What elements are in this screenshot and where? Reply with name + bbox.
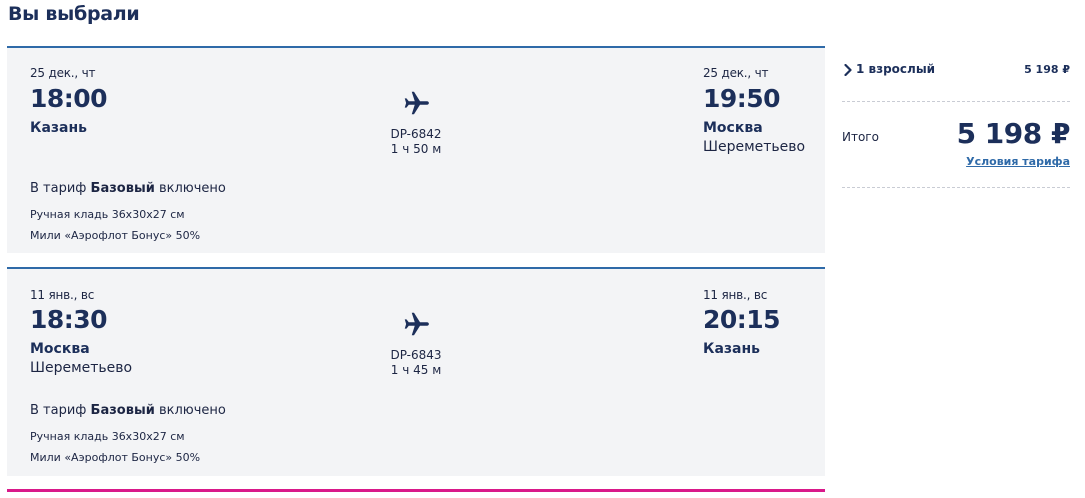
tariff-included: В тариф Базовый включено	[30, 181, 226, 196]
perk-bonus-miles: Мили «Аэрофлот Бонус» 50%	[30, 229, 201, 242]
perk-hand-luggage: Ручная кладь 36x30x27 см	[30, 430, 185, 443]
departure-time: 18:00	[30, 84, 108, 113]
tariff-name: Базовый	[90, 403, 155, 418]
flight-duration: 1 ч 45 м	[390, 363, 442, 377]
arrival-time: 20:15	[703, 305, 781, 334]
departure-date: 11 янв., вс	[30, 288, 95, 302]
arrival-airport: Шереметьево	[703, 139, 806, 155]
perk-bonus-miles: Мили «Аэрофлот Бонус» 50%	[30, 451, 201, 464]
tariff-conditions-link[interactable]: Условия тарифа	[966, 155, 1070, 168]
arrival-date: 11 янв., вс	[703, 288, 768, 302]
summary-divider	[842, 187, 1070, 188]
departure-city: Москва	[30, 341, 90, 357]
arrival-city: Казань	[703, 341, 760, 357]
passengers-row[interactable]: 1 взрослый 5 198 ₽	[842, 62, 1070, 80]
arrival-date: 25 дек., чт	[703, 66, 769, 80]
flight-number: DP-6842	[390, 127, 442, 141]
flight-duration: 1 ч 50 м	[390, 142, 442, 156]
arrival-time: 19:50	[703, 84, 781, 113]
flight-card-outbound: 25 дек., чт 18:00 Казань DP-6842 1 ч 50 …	[7, 46, 825, 253]
departure-city: Казань	[30, 120, 87, 136]
arrival-city: Москва	[703, 120, 763, 136]
price-summary: 1 взрослый 5 198 ₽ Итого 5 198 ₽ Условия…	[842, 50, 1071, 190]
airplane-icon	[404, 312, 429, 336]
airplane-icon	[404, 91, 429, 115]
tariff-included: В тариф Базовый включено	[30, 403, 226, 418]
summary-divider	[842, 101, 1070, 102]
departure-date: 25 дек., чт	[30, 66, 96, 80]
flight-number: DP-6843	[390, 348, 442, 362]
departure-airport: Шереметьево	[30, 360, 133, 376]
next-section-divider	[7, 489, 825, 492]
total-amount: 5 198 ₽	[956, 117, 1071, 150]
perk-hand-luggage: Ручная кладь 36x30x27 см	[30, 208, 185, 221]
total-label: Итого	[842, 130, 879, 144]
tariff-name: Базовый	[90, 181, 155, 196]
flight-card-return: 11 янв., вс 18:30 Москва Шереметьево DP-…	[7, 267, 825, 476]
passengers-label: 1 взрослый	[856, 62, 936, 76]
departure-time: 18:30	[30, 305, 108, 334]
page-title: Вы выбрали	[8, 3, 140, 25]
chevron-right-icon[interactable]	[844, 64, 852, 76]
passengers-price: 5 198 ₽	[1024, 63, 1070, 76]
